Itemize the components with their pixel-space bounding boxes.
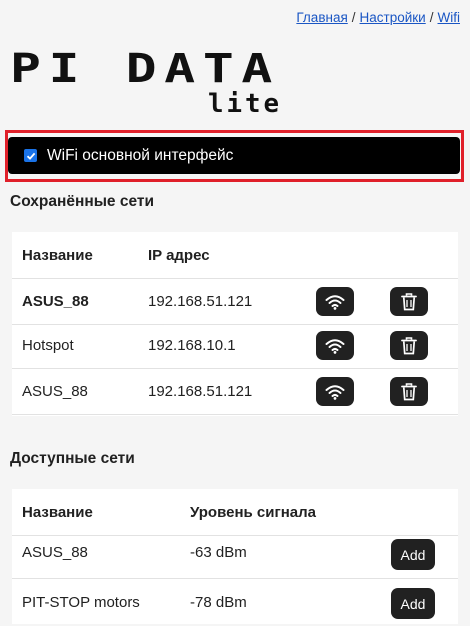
signal-level: -78 dBm [190,594,247,611]
table-header-row: Название IP адрес [12,232,458,279]
saved-networks-title: Сохранённые сети [10,193,155,210]
breadcrumb: Главная / Настройки / Wifi [296,10,460,25]
wifi-interface-label: WiFi основной интерфейс [47,146,234,164]
table-row: Hotspot 192.168.10.1 [12,322,458,369]
table-row: ASUS_88 192.168.51.121 [12,278,458,325]
connect-wifi-button[interactable] [316,377,354,406]
add-network-button[interactable]: Add [391,588,435,619]
available-networks-table: Название Уровень сигнала ASUS_88 -63 dBm… [12,489,458,624]
logo-title: PI DATA [10,52,280,92]
breadcrumb-wifi-link[interactable]: Wifi [438,10,461,25]
network-name: ASUS_88 [22,383,88,400]
wifi-icon [325,384,345,400]
wifi-icon [325,294,345,310]
trash-icon [401,336,417,354]
wifi-interface-toggle[interactable]: WiFi основной интерфейс [8,137,460,174]
delete-network-button[interactable] [390,331,428,360]
trash-icon [401,292,417,310]
network-ip: 192.168.10.1 [148,337,236,354]
add-network-button[interactable]: Add [391,539,435,570]
table-row: ASUS_88 192.168.51.121 [12,368,458,415]
logo-subtitle: lite [208,89,282,119]
network-name: ASUS_88 [22,544,88,561]
network-name: Hotspot [22,337,74,354]
network-ip: 192.168.51.121 [148,383,253,400]
connect-wifi-button[interactable] [316,331,354,360]
checkbox-checked-icon[interactable] [24,149,37,162]
signal-level: -63 dBm [190,544,247,561]
network-name: ASUS_88 [22,293,89,310]
breadcrumb-separator: / [429,10,434,25]
breadcrumb-home-link[interactable]: Главная [296,10,347,25]
breadcrumb-separator: / [351,10,356,25]
connect-wifi-button[interactable] [316,287,354,316]
delete-network-button[interactable] [390,377,428,406]
pi-data-lite-logo: PI DATA lite [10,52,282,119]
trash-icon [401,382,417,400]
network-ip: 192.168.51.121 [148,293,253,310]
wifi-icon [325,338,345,354]
table-row: PIT-STOP motors -78 dBm Add [12,579,458,626]
saved-networks-table: Название IP адрес ASUS_88 192.168.51.121 [12,232,458,416]
breadcrumb-settings-link[interactable]: Настройки [360,10,426,25]
delete-network-button[interactable] [390,287,428,316]
network-name: PIT-STOP motors [22,594,140,611]
column-header-ip: IP адрес [148,247,210,264]
column-header-name: Название [22,247,93,264]
table-row: ASUS_88 -63 dBm Add [12,529,458,579]
available-networks-title: Доступные сети [10,450,135,467]
